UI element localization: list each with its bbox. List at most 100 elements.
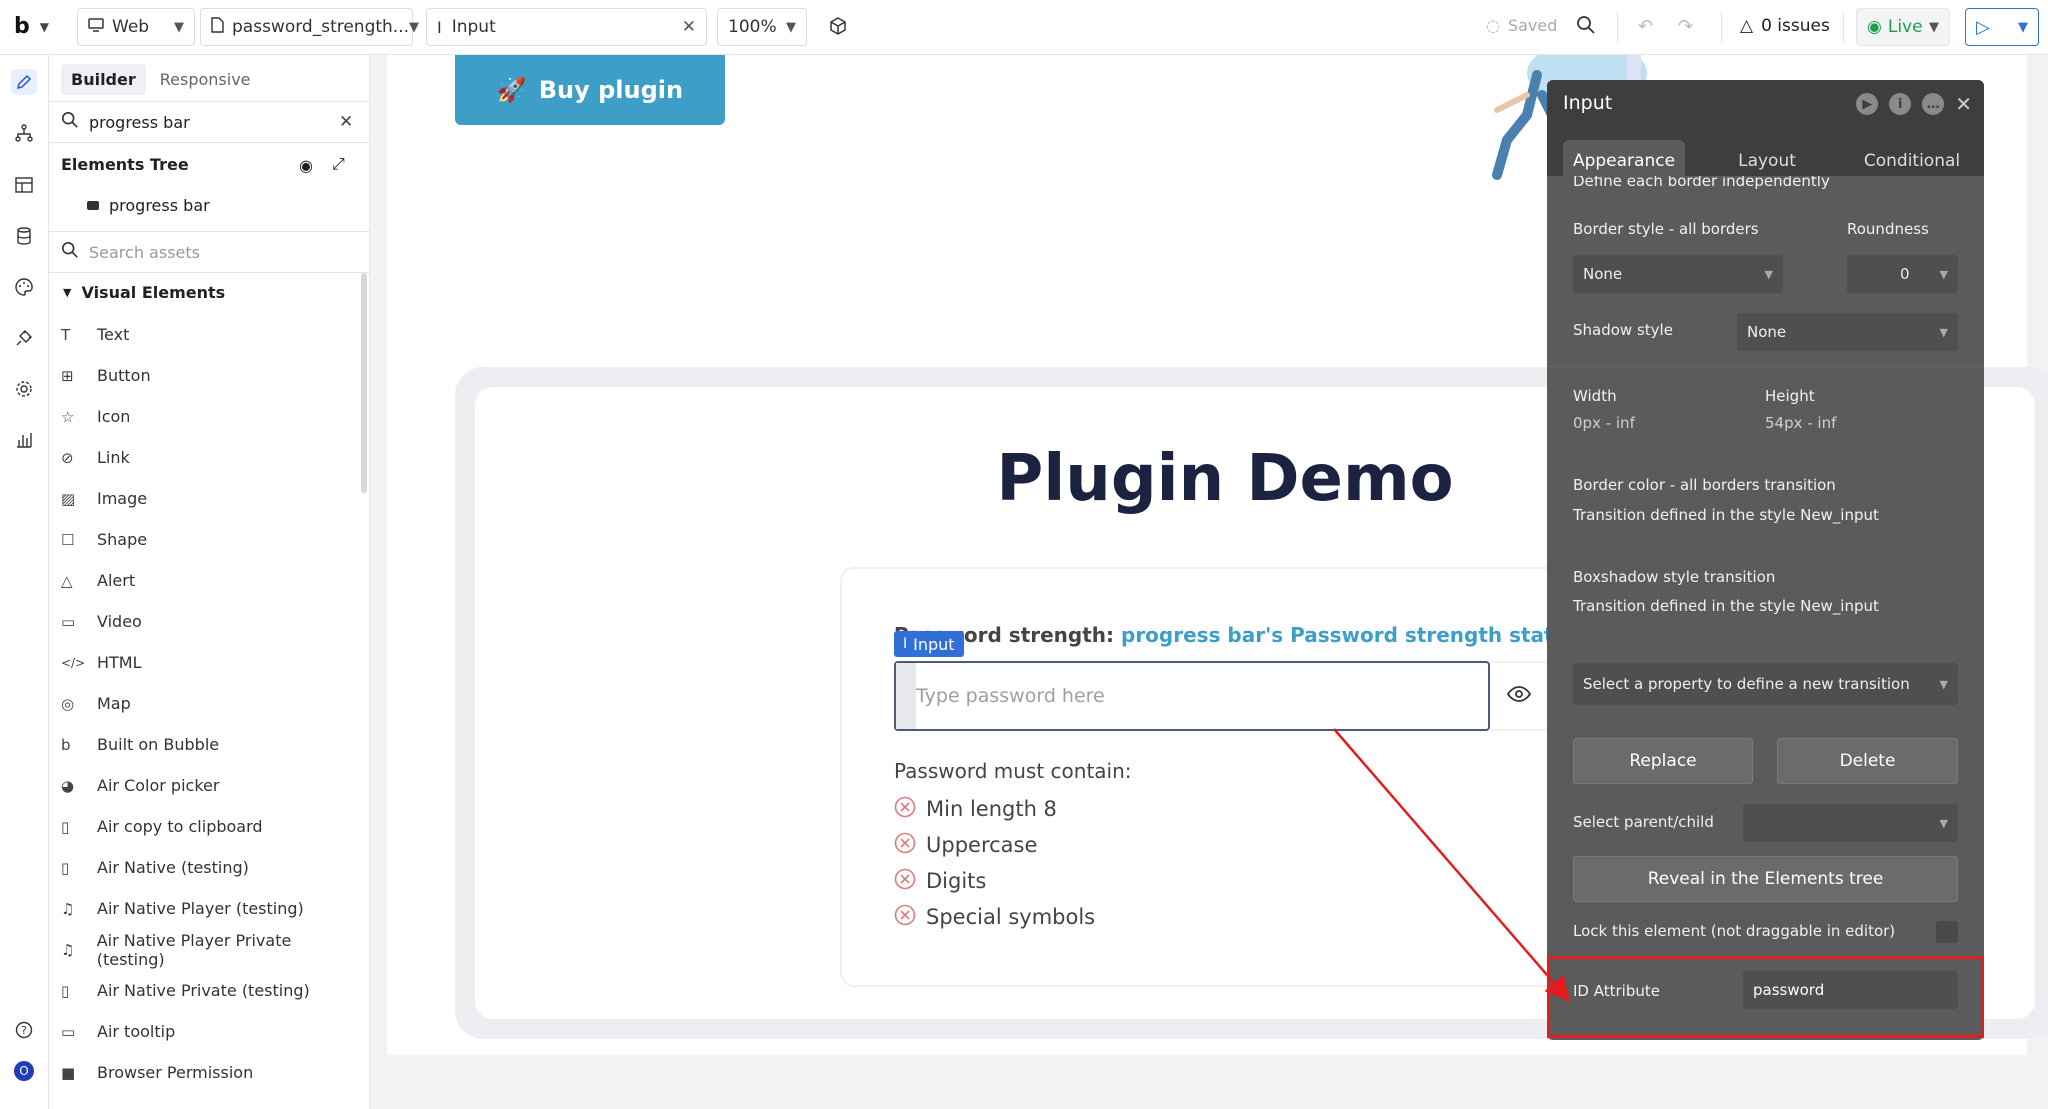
element-item-html[interactable]: </> HTML xyxy=(61,642,361,683)
strength-text[interactable]: Password strength: progress bar's Passwo… xyxy=(894,623,1580,647)
element-item-browser-permission[interactable]: ■ Browser Permission xyxy=(61,1052,361,1093)
element-item-image[interactable]: ▨ Image xyxy=(61,478,361,519)
elements-search-input[interactable] xyxy=(89,112,329,132)
reveal-in-tree-button[interactable]: Reveal in the Elements tree xyxy=(1573,856,1958,902)
requirement-label: Digits xyxy=(926,869,987,893)
element-item-label: Text xyxy=(97,325,130,344)
zoom-label: 100% xyxy=(728,17,777,37)
element-item-label: Air Native Private (testing) xyxy=(97,981,310,1000)
comment-icon[interactable]: … xyxy=(1922,93,1945,115)
visual-elements-list: T Text ⊞ Button ☆ Icon ⊘ Link ▨ Image ☐ Shape △ Alert… xyxy=(61,314,361,1093)
cube-icon[interactable] xyxy=(828,16,848,36)
element-item-label: Shape xyxy=(97,530,148,549)
roundness-value: 0 xyxy=(1899,265,1910,283)
replace-button[interactable]: Replace xyxy=(1573,738,1753,784)
redo-icon[interactable]: ↷ xyxy=(1678,16,1693,37)
issues-button[interactable]: △ 0 issues xyxy=(1740,16,1830,36)
plugin-icon[interactable] xyxy=(11,325,37,351)
settings-gear-icon[interactable] xyxy=(11,376,37,402)
tree-item-progress-bar[interactable]: progress bar xyxy=(87,196,210,215)
new-transition-dropdown[interactable]: Select a property to define a new transi… xyxy=(1573,663,1958,705)
element-item-label: Air tooltip xyxy=(97,1022,176,1041)
password-input-wrapper[interactable] xyxy=(894,661,1490,731)
tab-responsive[interactable]: Responsive xyxy=(150,64,261,95)
width-value[interactable]: 0px - inf xyxy=(1573,414,1635,432)
property-editor-body: Define each border independently Border … xyxy=(1547,176,1984,1040)
assets-search-input[interactable] xyxy=(89,242,349,262)
bubble-logo-menu[interactable]: b ▼ xyxy=(14,14,49,39)
category-visual-elements[interactable]: ▼ Visual Elements xyxy=(63,283,225,302)
requirement-label: Uppercase xyxy=(926,833,1038,857)
close-icon[interactable]: ✕ xyxy=(682,17,696,37)
data-table-icon[interactable] xyxy=(11,172,37,198)
element-tag-icon xyxy=(87,201,99,210)
shadow-style-dropdown[interactable]: None ▼ xyxy=(1737,313,1958,351)
property-editor-header[interactable]: Input ▶ i … ✕ xyxy=(1547,80,1984,126)
zoom-dropdown[interactable]: 100% ▼ xyxy=(717,8,807,46)
element-item-air-color-picker[interactable]: ◕ Air Color picker xyxy=(61,765,361,806)
platform-dropdown[interactable]: Web ▼ xyxy=(77,8,195,46)
analytics-chart-icon[interactable] xyxy=(11,427,37,453)
height-value[interactable]: 54px - inf xyxy=(1765,414,1836,432)
design-pencil-icon[interactable] xyxy=(11,69,37,95)
property-editor-tabs: Appearance Layout Conditional xyxy=(1547,126,1984,182)
workflow-icon[interactable] xyxy=(11,120,37,146)
chevron-down-icon: ▼ xyxy=(1939,267,1948,281)
editor-nav-rail: ? O xyxy=(0,55,49,1109)
border-style-dropdown[interactable]: None ▼ xyxy=(1573,255,1783,293)
element-item-video[interactable]: ▭ Video xyxy=(61,601,361,642)
selected-element-field[interactable]: I Input ✕ xyxy=(426,8,707,46)
clipboard-icon: ▯ xyxy=(61,817,70,836)
image-icon: ▨ xyxy=(61,489,76,508)
search-icon[interactable] xyxy=(1576,15,1596,35)
palette-icon: ◕ xyxy=(61,776,75,795)
user-avatar[interactable]: O xyxy=(11,1058,37,1084)
element-item-alert[interactable]: △ Alert xyxy=(61,560,361,601)
buy-plugin-button[interactable]: 🚀 Buy plugin xyxy=(455,55,725,125)
element-item-air-copy-to-clipboard[interactable]: ▯ Air copy to clipboard xyxy=(61,806,361,847)
expand-icon[interactable]: ⤢ xyxy=(332,154,345,174)
delete-button[interactable]: Delete xyxy=(1777,738,1958,784)
password-input[interactable] xyxy=(916,685,1456,707)
id-attribute-highlight xyxy=(1547,956,1984,1038)
requirement-item: Special symbols xyxy=(894,899,1095,935)
help-icon[interactable]: ? xyxy=(11,1017,37,1043)
element-item-air-tooltip[interactable]: ▭ Air tooltip xyxy=(61,1011,361,1052)
requirement-item: Uppercase xyxy=(894,827,1095,863)
element-item-text[interactable]: T Text xyxy=(61,314,361,355)
clear-search-icon[interactable]: ✕ xyxy=(339,112,353,132)
panel-scrollbar[interactable] xyxy=(361,273,367,493)
element-item-button[interactable]: ⊞ Button xyxy=(61,355,361,396)
element-item-air-native-testing[interactable]: ▯ Air Native (testing) xyxy=(61,847,361,888)
element-item-link[interactable]: ⊘ Link xyxy=(61,437,361,478)
element-item-map[interactable]: ◎ Map xyxy=(61,683,361,724)
buy-plugin-label: Buy plugin xyxy=(538,76,684,104)
element-item-air-native-player-private-testing[interactable]: ♫ Air Native Player Private (testing) xyxy=(61,929,361,970)
lock-element-checkbox[interactable] xyxy=(1936,921,1958,943)
element-item-air-native-private-testing[interactable]: ▯ Air Native Private (testing) xyxy=(61,970,361,1011)
page-dropdown[interactable]: password_strength... ▼ xyxy=(200,8,419,46)
phone-icon: ▯ xyxy=(61,858,70,877)
palette-icon[interactable] xyxy=(11,274,37,300)
play-icon[interactable]: ▶ xyxy=(1856,93,1879,115)
live-version-dropdown[interactable]: ◉ Live ▼ xyxy=(1856,8,1950,46)
lock-element-label: Lock this element (not draggable in edit… xyxy=(1573,922,1896,940)
show-password-toggle[interactable] xyxy=(1490,661,1550,731)
roundness-field[interactable]: 0 ▼ xyxy=(1847,255,1958,293)
x-circle-icon xyxy=(894,904,916,931)
preview-button[interactable]: ▷ ▼ xyxy=(1965,8,2039,46)
element-item-shape[interactable]: ☐ Shape xyxy=(61,519,361,560)
info-icon[interactable]: i xyxy=(1889,93,1912,115)
parent-child-dropdown[interactable]: ▼ xyxy=(1743,804,1958,842)
element-item-icon[interactable]: ☆ Icon xyxy=(61,396,361,437)
tab-builder[interactable]: Builder xyxy=(61,64,146,95)
eye-icon[interactable]: ◉ xyxy=(299,156,313,175)
element-item-air-native-player-testing[interactable]: ♫ Air Native Player (testing) xyxy=(61,888,361,929)
close-icon[interactable]: ✕ xyxy=(1955,92,1972,116)
input-element-badge[interactable]: I Input xyxy=(894,631,964,657)
database-icon[interactable] xyxy=(11,223,37,249)
element-item-built-on-bubble[interactable]: b Built on Bubble xyxy=(61,724,361,765)
undo-icon[interactable]: ↶ xyxy=(1638,16,1653,37)
strength-dynamic: progress bar's Password strength status xyxy=(1121,623,1580,647)
element-item-label: Built on Bubble xyxy=(97,735,220,754)
